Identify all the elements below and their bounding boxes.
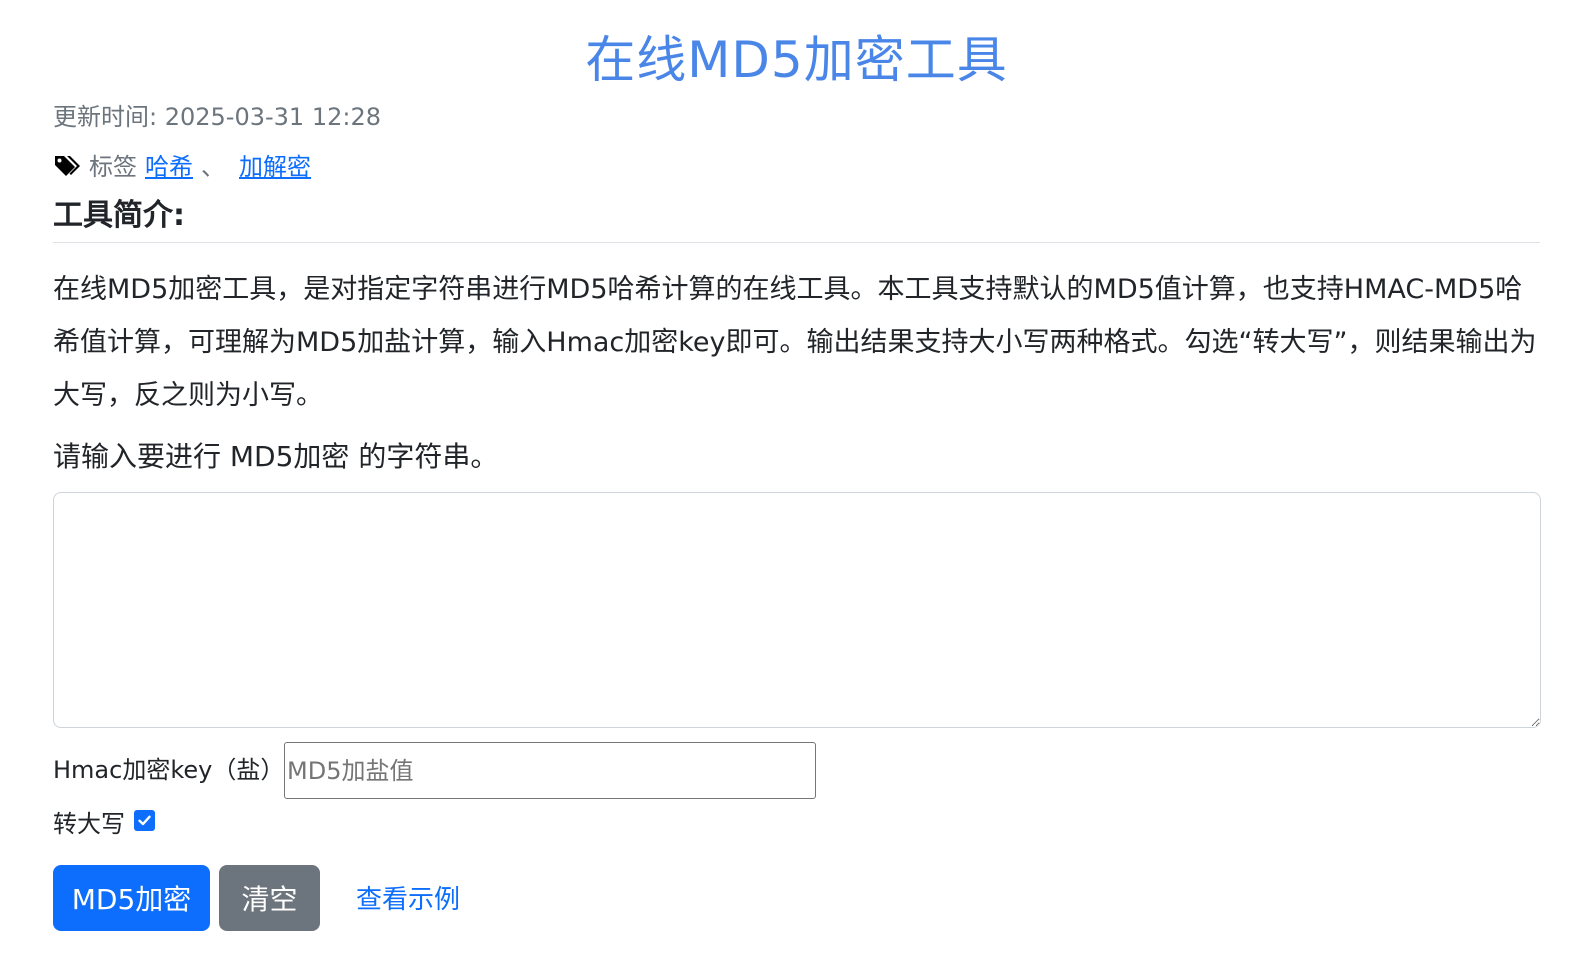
view-example-link[interactable]: 查看示例 — [356, 882, 460, 918]
input-prompt: 请输入要进行 MD5加密 的字符串。 — [53, 440, 499, 473]
tag-separator: 、 — [201, 153, 225, 181]
source-text-input[interactable] — [53, 492, 1541, 728]
uppercase-checkbox[interactable] — [134, 809, 155, 831]
hmac-key-input[interactable] — [284, 742, 816, 799]
divider — [53, 242, 1540, 243]
section-heading: 工具简介: — [53, 198, 185, 233]
tag-link-hash[interactable]: 哈希 — [145, 150, 193, 184]
tags-label: 标签 — [89, 153, 137, 181]
intro-text: 在线MD5加密工具，是对指定字符串进行MD5哈希计算的在线工具。本工具支持默认的… — [53, 274, 1537, 411]
clear-button[interactable]: 清空 — [219, 865, 320, 931]
updated-time: 更新时间: 2025-03-31 12:28 — [53, 103, 381, 131]
tag-bar: 标签 哈希 、 加解密 — [53, 150, 311, 184]
uppercase-label: 转大写 — [53, 810, 125, 838]
page: 在线MD5加密工具 更新时间: 2025-03-31 12:28 标签 哈希 、… — [0, 0, 1593, 979]
md5-encrypt-button[interactable]: MD5加密 — [53, 865, 210, 931]
tag-link-crypto[interactable]: 加解密 — [239, 150, 311, 184]
hmac-key-label: Hmac加密key（盐） — [53, 756, 285, 784]
check-icon — [138, 815, 151, 825]
page-title: 在线MD5加密工具 — [585, 31, 1008, 89]
uppercase-row: 转大写 — [53, 806, 155, 842]
tags-icon — [53, 153, 83, 181]
